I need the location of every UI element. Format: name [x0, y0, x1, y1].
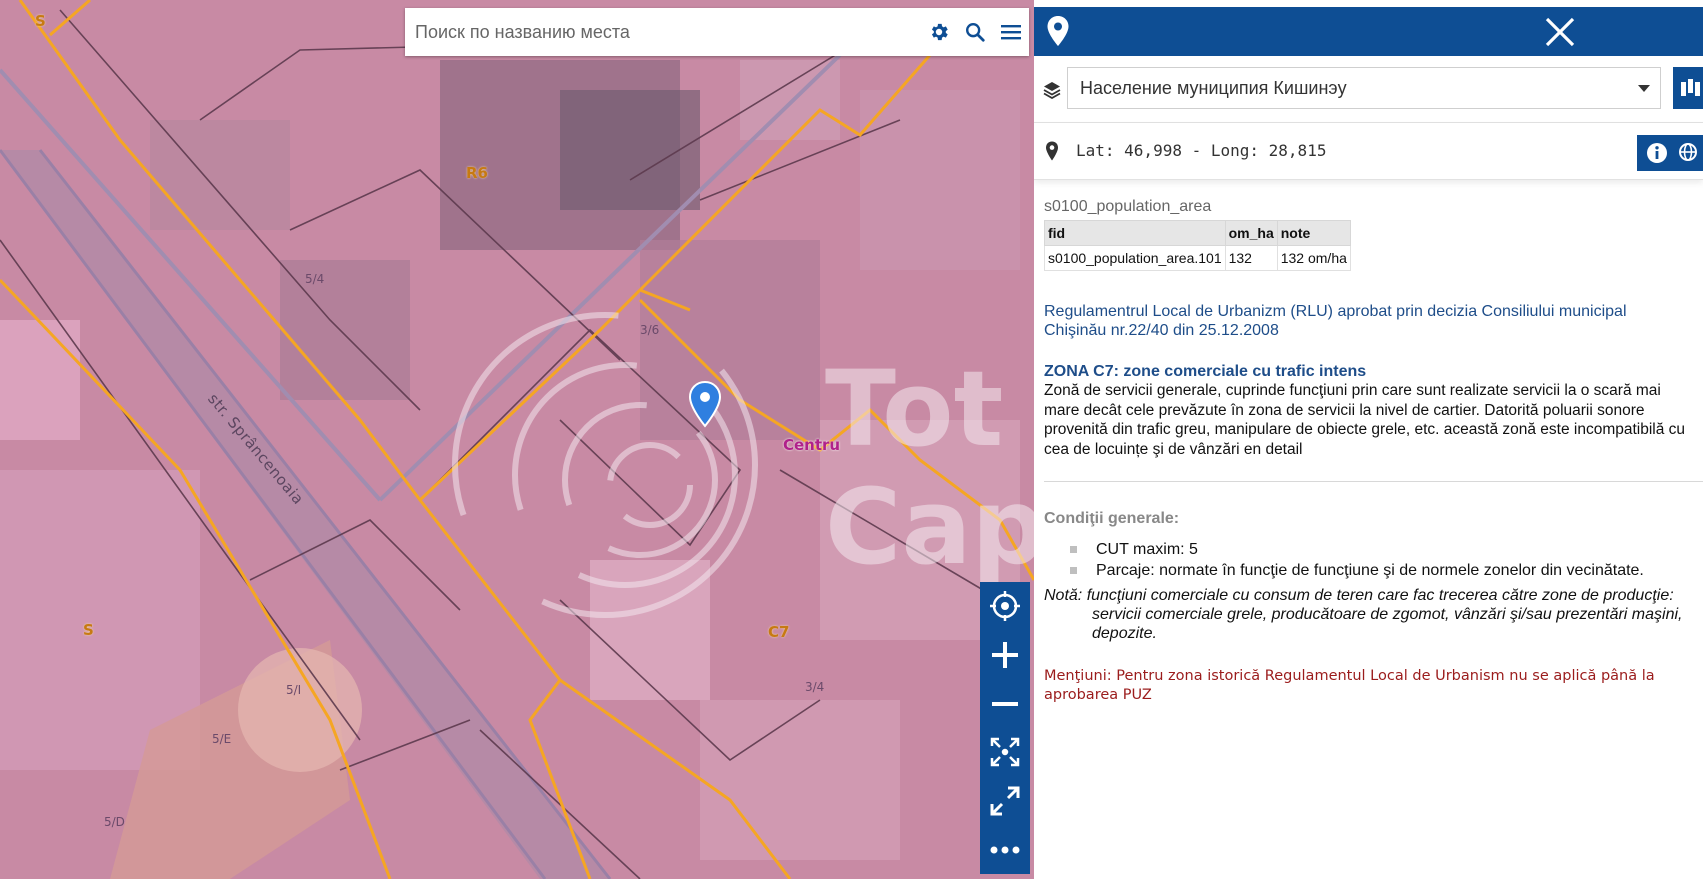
- zone-label-s-top: S: [35, 12, 46, 30]
- district-label: Centru: [783, 436, 841, 454]
- parcel-label: 5/I: [286, 683, 302, 697]
- info-buttons: [1637, 135, 1703, 171]
- watermark-logo: [452, 312, 758, 618]
- list-item: Parcaje: normate în funcţie de funcţiune…: [1070, 560, 1703, 581]
- parcel-label: 3/6: [640, 323, 660, 337]
- zone-title: ZONA C7: zone comerciale cu trafic inten…: [1044, 363, 1367, 380]
- map-legend-icon: [1681, 79, 1700, 96]
- zone-label-r6: R6: [466, 164, 488, 182]
- rlu-link[interactable]: Regulamentrul Local de Urbanizm (RLU) ap…: [1044, 302, 1684, 340]
- map-view[interactable]: Tot Cap S R6 S C7 5/4 3/6 5/I 5/E 5/D 3/…: [0, 0, 1034, 879]
- table-header: om_ha: [1224, 220, 1278, 246]
- zoom-out-icon[interactable]: [980, 680, 1030, 728]
- conditions-title: Condiţii generale:: [1044, 510, 1180, 527]
- menu-icon[interactable]: [993, 8, 1029, 56]
- table-row: s0100_population_area.101 132 132 om/ha: [1044, 245, 1351, 271]
- layers-icon: [1043, 82, 1061, 99]
- globe-search-icon[interactable]: [1678, 142, 1700, 164]
- location-pin-icon[interactable]: [688, 380, 722, 428]
- fullscreen-icon[interactable]: [980, 777, 1030, 825]
- list-item: CUT maxim: 5: [1070, 539, 1703, 560]
- search-icon[interactable]: [957, 8, 993, 56]
- mentiuni-text: Menţiuni: Pentru zona istorică Regulamen…: [1044, 668, 1655, 703]
- watermark-text: Tot Cap: [825, 348, 1034, 588]
- conditions-list: CUT maxim: 5 Parcaje: normate în funcţie…: [1044, 539, 1703, 581]
- table-cell: 132: [1224, 245, 1278, 271]
- zone-label-c7: C7: [768, 623, 790, 641]
- more-icon[interactable]: [980, 826, 1030, 874]
- identify-results: s0100_population_area fid om_ha note s01…: [1044, 198, 1703, 705]
- search-input[interactable]: [405, 10, 921, 54]
- layer-row: Население муниципия Кишинэу: [1034, 56, 1703, 123]
- dropdown-arrow-icon: [1638, 85, 1650, 92]
- locate-icon[interactable]: [980, 582, 1030, 630]
- zone-description: Zonă de servicii generale, cuprinde func…: [1044, 382, 1686, 458]
- layer-select[interactable]: Население муниципия Кишинэу: [1067, 67, 1661, 109]
- nota-text: Notă: funcţiuni comerciale cu consum de …: [1044, 587, 1683, 642]
- close-icon[interactable]: [1544, 16, 1576, 48]
- table-header: fid: [1044, 220, 1226, 246]
- info-icon[interactable]: [1646, 142, 1668, 164]
- location-marker-icon: [1047, 16, 1069, 46]
- layer-legend-button[interactable]: [1673, 67, 1703, 109]
- table-cell: 132 om/ha: [1276, 245, 1351, 271]
- parcel-label: 3/4: [805, 680, 825, 694]
- full-extent-icon[interactable]: [980, 728, 1030, 776]
- coordinates-row: Lat: 46,998 - Long: 28,815: [1034, 123, 1703, 180]
- result-layer-title: s0100_population_area: [1044, 198, 1212, 215]
- zoom-in-icon[interactable]: [980, 631, 1030, 679]
- parcel-label: 5/4: [305, 272, 325, 286]
- table-header: note: [1276, 220, 1351, 246]
- table-cell: s0100_population_area.101: [1044, 245, 1226, 271]
- info-panel: Население муниципия Кишинэу Lat: 46,998 …: [1034, 0, 1703, 879]
- search-bar: [405, 8, 1029, 56]
- pin-icon: [1046, 141, 1058, 161]
- attribute-table: fid om_ha note s0100_population_area.101…: [1044, 220, 1351, 271]
- parcel-label: 5/E: [212, 732, 232, 746]
- divider: [1044, 481, 1703, 482]
- zone-label-s-left: S: [83, 621, 94, 639]
- parcel-label: 5/D: [104, 815, 125, 829]
- panel-header: [1034, 7, 1703, 56]
- coordinates-text: Lat: 46,998 - Long: 28,815: [1076, 141, 1327, 160]
- settings-gear-icon[interactable]: [921, 8, 957, 56]
- map-toolbar: [980, 582, 1030, 874]
- layer-select-value: Население муниципия Кишинэу: [1080, 77, 1347, 98]
- table-header-row: fid om_ha note: [1044, 220, 1351, 246]
